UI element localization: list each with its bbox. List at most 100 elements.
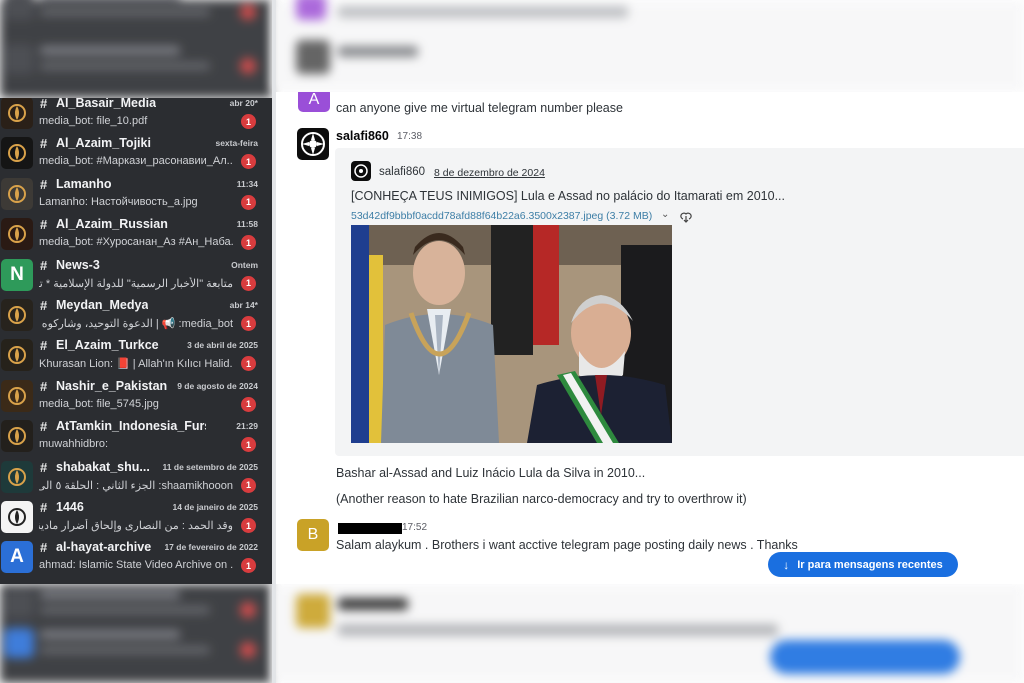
redacted-author-name bbox=[338, 523, 402, 534]
channel-name: El_Azaim_Turkce bbox=[56, 338, 159, 353]
unread-badge: 1 bbox=[241, 316, 256, 331]
channel-item[interactable]: A # al-hayat-archive 17 de fevereiro de 202… bbox=[0, 538, 262, 578]
channel-item[interactable]: #1446 14 de janeiro de 2025 وقد الحمد : من… bbox=[0, 498, 262, 538]
avatar bbox=[1, 379, 33, 412]
channel-last-message: Khurasan Lion: 📕 | Allah'ın Kılıcı Halid… bbox=[39, 358, 233, 371]
channel-name: 1446 bbox=[56, 500, 84, 514]
channel-name: shabakat_shu... bbox=[56, 459, 150, 474]
avatar[interactable]: A bbox=[298, 92, 330, 112]
hash-icon: # bbox=[40, 298, 48, 313]
hash-icon: # bbox=[40, 257, 48, 273]
unread-badge: 1 bbox=[241, 114, 256, 129]
channel-time: 21:29 bbox=[236, 421, 258, 432]
photo-avatar-icon bbox=[8, 467, 26, 486]
channel-item[interactable]: # Nashir_e_Pakistan 9 de agosto de 2024 med… bbox=[0, 377, 262, 417]
channel-item[interactable]: # AtTamkin_Indonesia_Fursan... 21:29 muwahh… bbox=[0, 417, 262, 457]
channel-last-message: Lamanho: Настойчивость_а.jpg bbox=[39, 195, 198, 208]
blurred-main-top bbox=[272, 0, 1024, 92]
photo-illustration bbox=[351, 225, 672, 443]
channel-last-message: media_bot: 📢 | الدعوة التوحيد، وشاركوه م… bbox=[39, 318, 233, 330]
channel-item[interactable]: # El_Azaim_Turkce 3 de abril de 2025 Khuras… bbox=[0, 336, 262, 376]
avatar bbox=[1, 98, 33, 129]
channel-time: Ontem bbox=[231, 259, 258, 270]
forward-avatar bbox=[351, 161, 371, 181]
channel-time: 11 de setembro de 2025 bbox=[162, 461, 258, 472]
channel-time: 9 de agosto de 2024 bbox=[177, 380, 258, 391]
channel-item[interactable]: # Al_Azaim_Russian 11:58 media_bot: #Хуроса… bbox=[0, 215, 262, 255]
hash-icon: # bbox=[40, 217, 48, 233]
flame-logo-icon bbox=[8, 225, 26, 244]
photo-avatar-icon bbox=[8, 184, 26, 203]
attachment-filename[interactable]: 53d42df9bbbf0acdd78afd88f64b22a6.3500x23… bbox=[351, 210, 652, 222]
channel-item[interactable]: N # News-3 Ontem متابعة "الأخبار الرسمية" لل… bbox=[0, 256, 262, 296]
channel-time: abr 20* bbox=[229, 98, 258, 108]
unread-badge: 1 bbox=[241, 194, 256, 210]
unread-badge: 1 bbox=[241, 154, 256, 170]
avatar-letter: A bbox=[308, 92, 320, 108]
channel-name: Lamanho bbox=[56, 176, 112, 191]
channel-time: 14 de janeiro de 2025 bbox=[172, 502, 258, 512]
avatar bbox=[1, 137, 33, 170]
blurred-sidebar-bottom bbox=[0, 584, 272, 683]
message-text: can anyone give me virtual telegram numb… bbox=[336, 101, 623, 115]
channel-name: al-hayat-archive bbox=[56, 540, 152, 555]
chevron-down-icon[interactable]: ⌄ bbox=[661, 209, 669, 220]
forward-author[interactable]: salafi860 bbox=[379, 166, 425, 178]
message-time: 17:52 bbox=[402, 522, 428, 533]
download-icon[interactable] bbox=[680, 211, 692, 223]
attached-photo[interactable] bbox=[351, 225, 672, 443]
hash-icon: # bbox=[40, 500, 48, 515]
avatar-letter: N bbox=[10, 263, 24, 285]
hash-icon: # bbox=[40, 176, 48, 192]
avatar[interactable] bbox=[297, 128, 329, 160]
forwarded-message[interactable]: salafi860 8 de dezembro de 2024 [CONHEÇA… bbox=[335, 148, 1024, 456]
message-caption: Bashar al-Assad and Luiz Inácio Lula da … bbox=[336, 466, 646, 480]
emblem-logo-icon bbox=[301, 132, 325, 156]
avatar bbox=[1, 299, 33, 331]
unread-badge: 1 bbox=[241, 235, 256, 251]
channel-item[interactable]: # Meydan_Medya abr 14* media_bot: 📢 | الدعو… bbox=[0, 296, 262, 336]
message-author[interactable]: salafi860 bbox=[336, 129, 389, 143]
jump-to-recent-button[interactable]: ↓ Ir para mensagens recentes bbox=[768, 552, 958, 577]
jump-button-label: Ir para mensagens recentes bbox=[797, 558, 943, 571]
unread-badge: 1 bbox=[241, 356, 256, 372]
avatar bbox=[1, 177, 33, 210]
message-time: 17:38 bbox=[397, 131, 423, 142]
hash-icon: # bbox=[40, 459, 48, 475]
channel-last-message: media_bot: #Маркази_расонавии_Ал... bbox=[39, 155, 233, 168]
avatar bbox=[1, 218, 33, 251]
channel-item[interactable]: # shabakat_shu... 11 de setembro de 2025 sh… bbox=[0, 458, 262, 498]
channel-item[interactable]: # Al_Azaim_Tojiki sexta-feira media_bot: #М… bbox=[0, 134, 262, 174]
forward-date-link[interactable]: 8 de dezembro de 2024 bbox=[434, 167, 545, 179]
news-logo-icon bbox=[8, 508, 26, 526]
channel-last-message: media_bot: file_10.pdf bbox=[39, 115, 148, 127]
channel-time: sexta-feira bbox=[215, 138, 258, 149]
channel-sidebar: # Al_Basair_Media abr 20* media_bot: file_1… bbox=[0, 98, 272, 584]
channel-time: abr 14* bbox=[229, 300, 258, 310]
message-text: Salam alaykum . Brothers i want acctive … bbox=[336, 538, 798, 552]
channel-time: 3 de abril de 2025 bbox=[187, 340, 258, 351]
channel-item[interactable]: # Al_Basair_Media abr 20* media_bot: file_1… bbox=[0, 98, 262, 134]
channel-item[interactable]: # Lamanho 11:34 Lamanho: Настойчивость_а.jp… bbox=[0, 175, 262, 215]
channel-name: AtTamkin_Indonesia_Fursan... bbox=[56, 419, 206, 434]
avatar bbox=[1, 460, 33, 493]
channel-name: Al_Azaim_Tojiki bbox=[56, 136, 151, 151]
avatar[interactable]: B bbox=[297, 519, 329, 551]
unread-badge: 1 bbox=[241, 477, 256, 493]
channel-name: Meydan_Medya bbox=[56, 298, 149, 312]
channel-time: 17 de fevereiro de 2022 bbox=[164, 542, 258, 553]
channel-last-message: ahmad: Islamic State Video Archive on ..… bbox=[39, 559, 233, 572]
channel-last-message: متابعة "الأخبار الرسمية" للدولة الإسلامي… bbox=[39, 277, 233, 290]
hash-icon: # bbox=[40, 98, 48, 111]
avatar bbox=[1, 501, 33, 533]
message-caption: (Another reason to hate Brazilian narco-… bbox=[336, 492, 747, 506]
hash-icon: # bbox=[40, 378, 48, 394]
channel-last-message: media_bot: #Хуросанан_Аз #Ан_Наба... bbox=[39, 236, 233, 249]
hash-icon: # bbox=[40, 136, 48, 152]
hash-icon: # bbox=[40, 338, 48, 354]
forward-title: [CONHEÇA TEUS INIMIGOS] Lula e Assad no … bbox=[351, 189, 785, 203]
blurred-main-bottom bbox=[272, 584, 1024, 683]
hash-icon: # bbox=[40, 540, 48, 556]
blurred-sidebar-top bbox=[0, 0, 272, 98]
channel-time: 11:34 bbox=[236, 178, 258, 189]
